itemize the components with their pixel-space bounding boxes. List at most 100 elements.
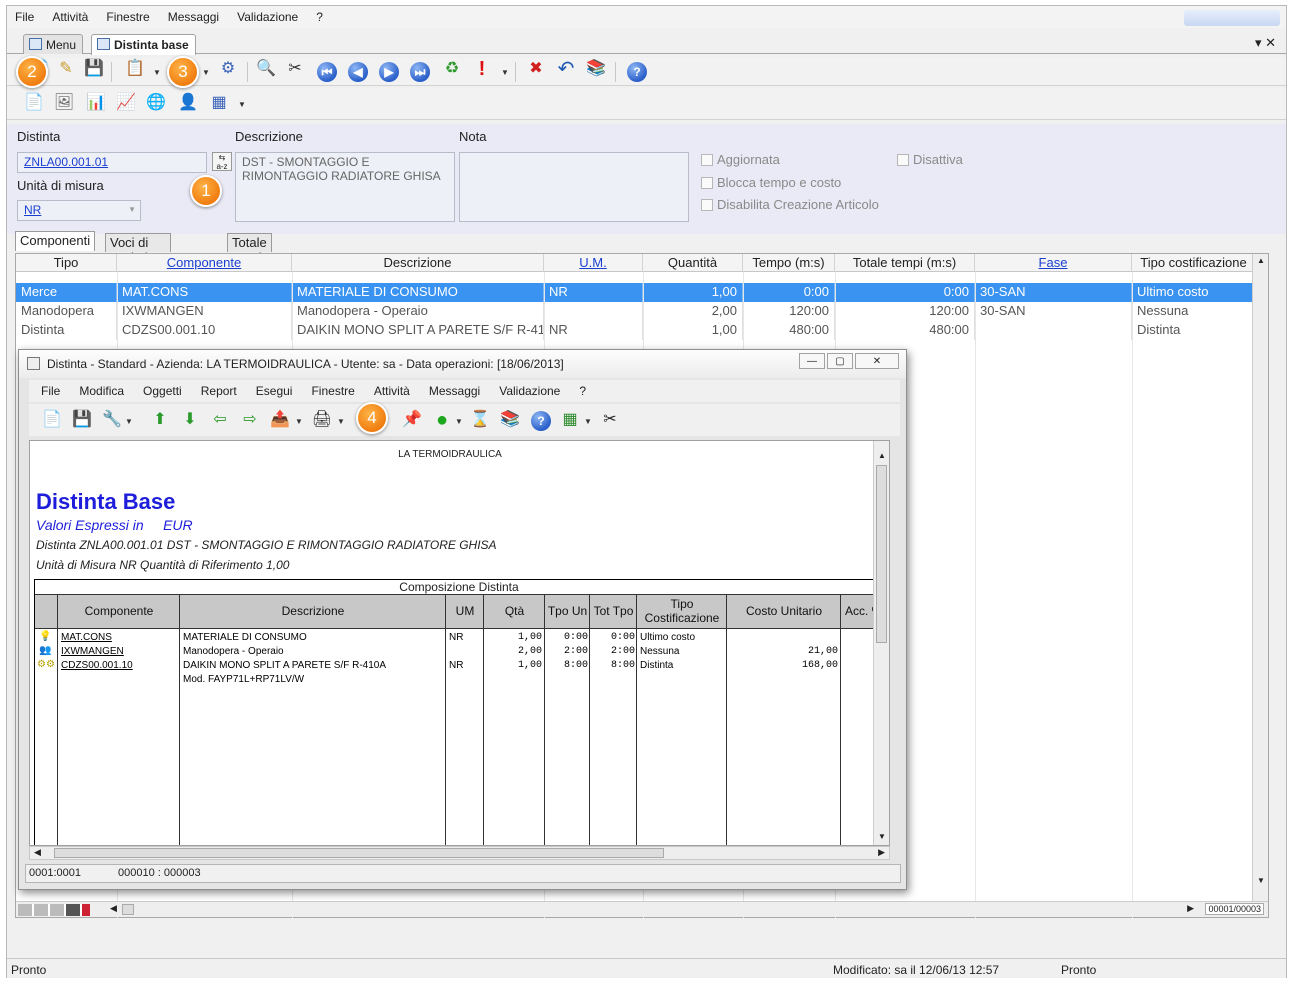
report-link[interactable]: CDZS00.001.10 xyxy=(61,660,133,671)
tools-icon[interactable]: 🔧 xyxy=(101,409,123,431)
save-icon[interactable]: 💾 xyxy=(83,58,105,80)
tools-icon[interactable]: ✂ xyxy=(284,58,306,80)
close-tabs-icon[interactable]: ▾ ✕ xyxy=(1255,35,1276,51)
popup-menu-oggetti[interactable]: Oggetti xyxy=(143,384,182,398)
grid-vertical-scrollbar[interactable]: ▲ ▼ xyxy=(1252,254,1268,917)
maximize-button[interactable]: ▢ xyxy=(827,353,853,369)
edit-icon[interactable]: ✎ xyxy=(55,58,77,80)
report-vertical-scrollbar[interactable]: ▲ ▼ xyxy=(873,441,889,845)
tab-componenti[interactable]: Componenti xyxy=(15,231,96,251)
col-totale-tempi[interactable]: Totale tempi (m:s) xyxy=(835,254,975,272)
download-icon[interactable]: ⬇ xyxy=(179,409,201,431)
scroll-thumb[interactable] xyxy=(122,904,134,915)
tools-alt-icon[interactable]: ✂ xyxy=(599,409,621,431)
next-icon[interactable]: ▶ xyxy=(379,62,399,82)
col-tempo[interactable]: Tempo (m:s) xyxy=(743,254,835,272)
menu-validazione[interactable]: Validazione xyxy=(237,10,298,24)
popup-menu-file[interactable]: File xyxy=(41,384,60,398)
col-tipo-costificazione[interactable]: Tipo costificazione xyxy=(1132,254,1256,272)
scroll-down-icon[interactable]: ▼ xyxy=(878,832,886,841)
scroll-left-icon[interactable]: ◀ xyxy=(110,903,117,914)
popup-menu-finestre[interactable]: Finestre xyxy=(311,384,354,398)
tools-dropdown-icon[interactable]: ▼ xyxy=(125,417,133,426)
sort-az-icon[interactable]: ⇆ a-z xyxy=(212,152,232,171)
hourglass-icon[interactable]: ⌛ xyxy=(469,409,491,431)
delete-icon[interactable]: ✖ xyxy=(525,58,547,80)
next-page-icon[interactable]: ⇨ xyxy=(239,409,261,431)
menu-file[interactable]: File xyxy=(15,10,34,24)
scroll-left-icon[interactable]: ◀ xyxy=(34,847,41,858)
report-link[interactable]: IXWMANGEN xyxy=(61,646,124,657)
export-icon[interactable]: 📋 xyxy=(124,58,146,80)
books-icon[interactable]: 📚 xyxy=(585,58,607,80)
table-row[interactable]: Merce MAT.CONS MATERIALE DI CONSUMO NR 1,00 0… xyxy=(16,283,1256,302)
settings-icon[interactable]: ⚙ xyxy=(217,58,239,80)
print-dropdown-icon[interactable]: ▼ xyxy=(202,68,210,77)
scroll-thumb[interactable] xyxy=(876,465,887,643)
export-icon[interactable]: 📤 xyxy=(269,409,291,431)
checkbox-blocca-tempo[interactable]: Blocca tempo e costo xyxy=(701,175,841,190)
checkbox-disattiva[interactable]: Disattiva xyxy=(897,152,963,167)
table-row[interactable]: Distinta CDZS00.001.10 DAIKIN MONO SPLIT A… xyxy=(16,321,1256,340)
copy-icon[interactable]: 📄 xyxy=(23,92,45,114)
checkbox-disabilita-creazione[interactable]: Disabilita Creazione Articolo xyxy=(701,197,879,212)
export-dropdown-icon[interactable]: ▼ xyxy=(153,68,161,77)
print-icon[interactable]: 🖨 xyxy=(311,409,333,431)
scroll-up-icon[interactable]: ▲ xyxy=(878,451,886,460)
popup-menu-report[interactable]: Report xyxy=(201,384,237,398)
col-um[interactable]: U.M. xyxy=(544,254,643,272)
alert-dropdown-icon[interactable]: ▼ xyxy=(501,68,509,77)
layout-icon[interactable]: ▦ xyxy=(208,92,230,114)
report-link[interactable]: MAT.CONS xyxy=(61,632,112,643)
menu-help[interactable]: ? xyxy=(316,10,323,24)
tab-totale-costi[interactable]: Totale Costi xyxy=(227,233,272,265)
nota-field[interactable] xyxy=(459,152,689,222)
popup-menu-help[interactable]: ? xyxy=(579,384,586,398)
user-icon[interactable]: 👤 xyxy=(177,92,199,114)
popup-menu-modifica[interactable]: Modifica xyxy=(79,384,124,398)
view-mode-icons[interactable] xyxy=(18,904,90,916)
popup-menu-esegui[interactable]: Esegui xyxy=(256,384,293,398)
menu-attivita[interactable]: Attività xyxy=(52,10,88,24)
undo-icon[interactable]: ↶ xyxy=(555,58,577,80)
layout-dropdown-icon[interactable]: ▼ xyxy=(238,100,246,109)
scroll-down-icon[interactable]: ▼ xyxy=(1257,876,1265,885)
descrizione-field[interactable]: DST - SMONTAGGIO E RIMONTAGGIO RADIATORE… xyxy=(235,152,455,222)
menu-messaggi[interactable]: Messaggi xyxy=(168,10,219,24)
new-page-icon[interactable]: 📄 xyxy=(41,409,63,431)
minimize-button[interactable]: — xyxy=(799,353,825,369)
globe-icon[interactable]: 🌐 xyxy=(145,92,167,114)
popup-menu-messaggi[interactable]: Messaggi xyxy=(429,384,480,398)
distinta-field[interactable]: ZNLA00.001.01 xyxy=(17,152,207,173)
save-icon[interactable]: 💾 xyxy=(71,409,93,431)
report-horizontal-scrollbar[interactable]: ◀ ▶ xyxy=(29,846,890,860)
help-icon[interactable]: ? xyxy=(627,62,647,82)
alert-icon[interactable]: ! xyxy=(471,58,493,80)
scroll-right-icon[interactable]: ▶ xyxy=(1187,903,1194,914)
print-dropdown-icon[interactable]: ▼ xyxy=(337,417,345,426)
col-componente[interactable]: Componente xyxy=(117,254,292,272)
checkbox-aggiornata[interactable]: Aggiornata xyxy=(701,152,780,167)
pin-icon[interactable]: 📌 xyxy=(401,409,423,431)
menu-finestre[interactable]: Finestre xyxy=(106,10,149,24)
first-icon[interactable]: ⏮ xyxy=(317,62,337,82)
previous-icon[interactable]: ◀ xyxy=(348,62,368,82)
tab-voci-capitolato[interactable]: Voci di capitolato xyxy=(105,233,171,265)
tab-distinta-base[interactable]: Distinta base xyxy=(91,34,196,55)
light-dropdown-icon[interactable]: ▼ xyxy=(455,417,463,426)
distinta-value[interactable]: ZNLA00.001.01 xyxy=(24,155,108,169)
last-icon[interactable]: ⏭ xyxy=(410,62,430,82)
books-icon[interactable]: 📚 xyxy=(499,409,521,431)
refresh-icon[interactable]: ♻ xyxy=(441,58,463,80)
scroll-thumb[interactable] xyxy=(54,848,664,858)
search-icon[interactable]: 🔍 xyxy=(255,58,277,80)
scroll-up-icon[interactable]: ▲ xyxy=(1257,256,1265,265)
popup-menu-validazione[interactable]: Validazione xyxy=(499,384,560,398)
col-descrizione[interactable]: Descrizione xyxy=(292,254,544,272)
tab-menu[interactable]: Menu xyxy=(23,34,84,54)
col-tipo[interactable]: Tipo xyxy=(16,254,117,272)
scroll-right-icon[interactable]: ▶ xyxy=(878,847,885,858)
help-icon[interactable]: ? xyxy=(531,411,551,431)
col-quantita[interactable]: Quantità xyxy=(643,254,743,272)
close-button[interactable]: ✕ xyxy=(855,353,899,369)
